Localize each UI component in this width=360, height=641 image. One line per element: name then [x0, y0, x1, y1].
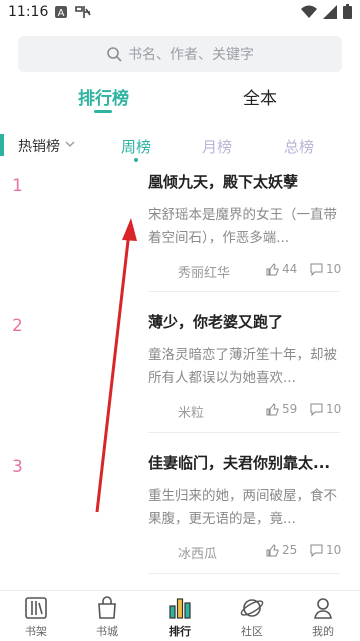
- book-description: 宋舒瑶本是魔界的女王（一直带着空间石），作恶多端...: [148, 207, 337, 246]
- profile-icon: [314, 598, 332, 619]
- nav-bookshelf[interactable]: 书架: [11, 595, 61, 639]
- nav-label: 社区: [241, 625, 263, 638]
- category-dropdown-label[interactable]: 热销榜: [18, 136, 60, 156]
- nav-label: 书城: [96, 625, 118, 638]
- nav-community[interactable]: 社区: [227, 595, 277, 639]
- comments-count: 10: [326, 402, 342, 416]
- comments-count: 10: [326, 262, 342, 276]
- status-bar: 11:16 A: [0, 0, 360, 26]
- divider: [148, 432, 340, 433]
- comments[interactable]: 10: [310, 262, 341, 276]
- nav-label: 我的: [312, 625, 334, 638]
- nav-ranking[interactable]: 排行: [155, 595, 205, 639]
- nav-profile[interactable]: 我的: [298, 595, 348, 639]
- cell-signal-icon: [323, 4, 337, 19]
- nav-bookstore[interactable]: 书城: [82, 595, 132, 639]
- battery-icon: [343, 4, 352, 19]
- thumbs-up-icon: [266, 262, 279, 275]
- comments[interactable]: 10: [310, 543, 341, 557]
- period-indicator: [134, 158, 138, 162]
- list-item[interactable]: 凰倾九天，殿下太妖孽 宋舒瑶本是魔界的女王（一直带着空间石），作恶多端... 秀…: [148, 171, 344, 281]
- bookshelf-icon: [25, 597, 47, 619]
- likes-count: 44: [282, 262, 298, 276]
- signal-glyph-icon: [75, 6, 91, 18]
- book-description: 重生归来的她，两间破屋，食不果腹，更无语的是，竟...: [148, 488, 337, 527]
- search-icon: [107, 47, 122, 62]
- svg-text:A: A: [58, 8, 65, 19]
- book-meta: 米粒 59 10: [148, 402, 344, 421]
- list-item[interactable]: 佳妻临门，夫君你别靠太... 重生归来的她，两间破屋，食不果腹，更无语的是，竟.…: [148, 452, 344, 562]
- book-author: 秀丽红华: [178, 266, 231, 281]
- thumbs-up-icon: [266, 543, 279, 556]
- rank-number: 2: [12, 316, 23, 336]
- likes[interactable]: 59: [266, 402, 297, 416]
- likes-count: 25: [282, 543, 298, 557]
- book-title[interactable]: 薄少，你老婆又跑了: [148, 311, 344, 332]
- rank-number: 1: [12, 176, 23, 196]
- comments[interactable]: 10: [310, 402, 341, 416]
- nav-label: 排行: [169, 625, 191, 638]
- A-badge-icon: A: [55, 6, 67, 19]
- book-meta: 冰西瓜 25 10: [148, 543, 344, 562]
- rank-number: 3: [12, 457, 23, 477]
- tab-ranking[interactable]: 排行榜: [78, 84, 129, 109]
- likes[interactable]: 25: [266, 543, 297, 557]
- divider: [148, 573, 340, 574]
- list-item[interactable]: 薄少，你老婆又跑了 童洛灵暗恋了薄沂笙十年，却被所有人都误以为她喜欢... 米粒…: [148, 311, 344, 421]
- wifi-icon: [301, 5, 317, 18]
- bottom-nav: 书架 书城 排行 社区 我的: [0, 590, 360, 641]
- search-bar[interactable]: 书名、作者、关键字: [18, 36, 342, 72]
- category-marker: [0, 134, 4, 156]
- book-title[interactable]: 凰倾九天，殿下太妖孽: [148, 171, 344, 192]
- book-meta: 秀丽红华 44 10: [148, 262, 344, 281]
- status-time: 11:16: [8, 4, 49, 20]
- book-title[interactable]: 佳妻临门，夫君你别靠太...: [148, 452, 344, 473]
- thumbs-up-icon: [266, 402, 279, 415]
- community-planet-icon: [240, 599, 264, 617]
- likes[interactable]: 44: [266, 262, 297, 276]
- search-placeholder: 书名、作者、关键字: [128, 47, 254, 63]
- tab-indicator: [94, 110, 112, 113]
- comments-count: 10: [326, 543, 342, 557]
- comment-icon: [310, 544, 323, 557]
- tab-complete[interactable]: 全本: [243, 84, 277, 109]
- comment-icon: [310, 263, 323, 276]
- book-description: 童洛灵暗恋了薄沂笙十年，却被所有人都误以为她喜欢...: [148, 347, 337, 386]
- ranking-bars-icon: [169, 598, 191, 619]
- book-author: 冰西瓜: [178, 547, 218, 562]
- bookstore-bag-icon: [98, 596, 116, 619]
- period-total[interactable]: 总榜: [284, 136, 314, 157]
- period-month[interactable]: 月榜: [202, 136, 232, 157]
- chevron-down-icon[interactable]: [65, 140, 75, 148]
- likes-count: 59: [282, 402, 298, 416]
- period-week[interactable]: 周榜: [121, 136, 151, 157]
- comment-icon: [310, 403, 323, 416]
- nav-label: 书架: [25, 625, 47, 638]
- book-author: 米粒: [178, 406, 205, 421]
- divider: [148, 291, 340, 292]
